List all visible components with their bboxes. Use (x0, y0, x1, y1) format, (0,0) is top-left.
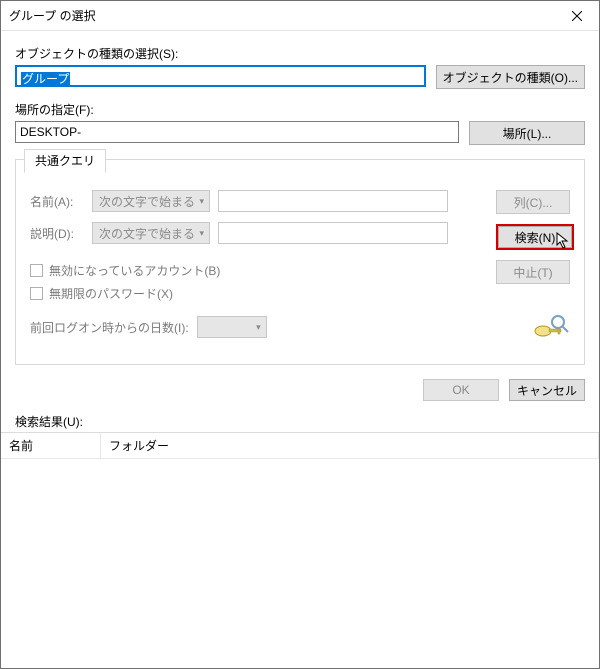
search-key-icon (530, 312, 570, 342)
common-queries-group: 共通クエリ 名前(A): 次の文字で始まる ▾ 説明(D): 次の文字で始まる … (15, 159, 585, 365)
desc-match-combo[interactable]: 次の文字で始まる ▾ (92, 222, 210, 244)
column-name[interactable]: 名前 (1, 433, 101, 458)
search-button-highlight: 検索(N) (496, 224, 574, 250)
nonexpiring-pw-checkbox[interactable] (30, 287, 43, 300)
common-queries-tab[interactable]: 共通クエリ (24, 149, 106, 173)
disabled-accounts-checkbox[interactable] (30, 264, 43, 277)
nonexpiring-pw-row: 無期限のパスワード(X) (30, 285, 478, 302)
dialog-footer: OK キャンセル (15, 379, 585, 401)
close-icon (572, 11, 582, 21)
chevron-down-icon: ▾ (199, 196, 204, 207)
days-since-logon-combo[interactable]: ▾ (197, 316, 267, 338)
desc-label: 説明(D): (30, 225, 84, 242)
name-label: 名前(A): (30, 193, 84, 210)
days-since-logon-label: 前回ログオン時からの日数(I): (30, 319, 189, 336)
object-types-button[interactable]: オブジェクトの種類(O)... (436, 65, 585, 89)
column-folder[interactable]: フォルダー (101, 433, 599, 458)
close-button[interactable] (554, 1, 599, 31)
locations-button[interactable]: 場所(L)... (469, 121, 585, 145)
desc-input[interactable] (218, 222, 448, 244)
object-type-label: オブジェクトの種類の選択(S): (15, 45, 585, 62)
nonexpiring-pw-label: 無期限のパスワード(X) (49, 285, 173, 302)
disabled-accounts-label: 無効になっているアカウント(B) (49, 262, 220, 279)
query-form: 名前(A): 次の文字で始まる ▾ 説明(D): 次の文字で始まる ▾ (30, 190, 478, 348)
search-results-label: 検索結果(U): (1, 413, 599, 430)
window-title: グループ の選択 (9, 7, 554, 24)
columns-button[interactable]: 列(C)... (496, 190, 570, 214)
stop-button[interactable]: 中止(T) (496, 260, 570, 284)
location-label: 場所の指定(F): (15, 101, 585, 118)
name-input[interactable] (218, 190, 448, 212)
titlebar: グループ の選択 (1, 1, 599, 31)
chevron-down-icon: ▾ (256, 322, 261, 333)
object-type-input[interactable]: グループ (15, 65, 426, 87)
object-type-value: グループ (21, 72, 70, 86)
cancel-button[interactable]: キャンセル (509, 379, 585, 401)
chevron-down-icon: ▾ (199, 228, 204, 239)
dialog-select-groups: グループ の選択 オブジェクトの種類の選択(S): グループ オブジェクトの種類… (0, 0, 600, 669)
disabled-accounts-row: 無効になっているアカウント(B) (30, 262, 478, 279)
name-match-combo[interactable]: 次の文字で始まる ▾ (92, 190, 210, 212)
main-content: オブジェクトの種類の選択(S): グループ オブジェクトの種類(O)... 場所… (1, 31, 599, 407)
query-buttons: 列(C)... 検索(N) 中止(T) (496, 190, 570, 348)
search-button[interactable]: 検索(N) (498, 226, 572, 248)
search-results-list[interactable]: 名前 フォルダー (1, 432, 599, 668)
results-header: 名前 フォルダー (1, 433, 599, 459)
location-input[interactable] (15, 121, 459, 143)
ok-button[interactable]: OK (423, 379, 499, 401)
